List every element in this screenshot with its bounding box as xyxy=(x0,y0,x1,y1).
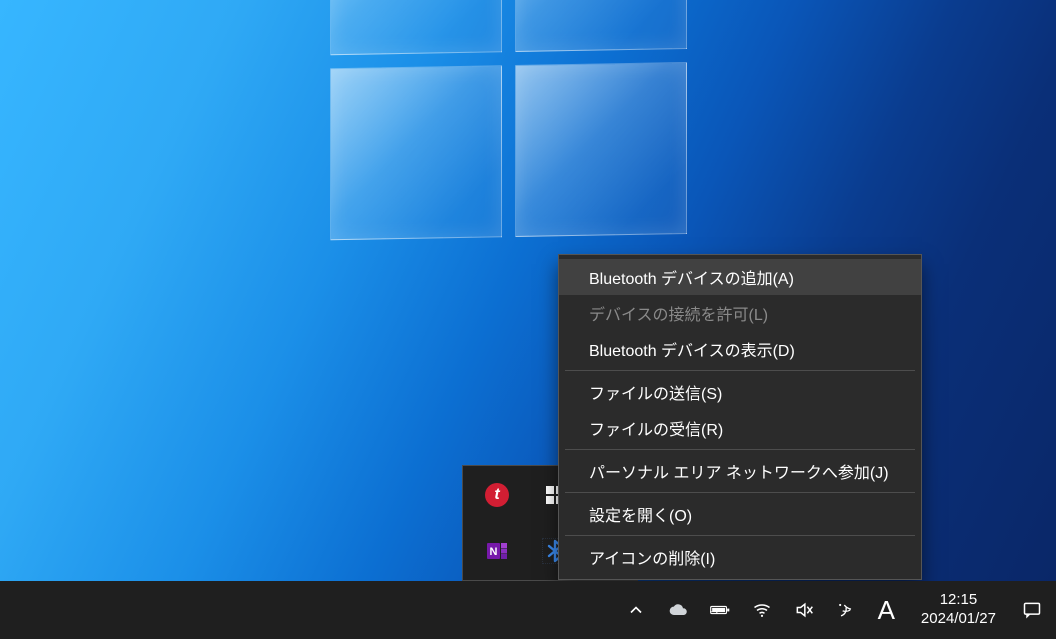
wifi-icon[interactable] xyxy=(750,598,774,622)
clock-time: 12:15 xyxy=(940,591,978,610)
menu-remove-icon[interactable]: アイコンの削除(I) xyxy=(559,539,921,575)
clock-date: 2024/01/27 xyxy=(921,610,996,629)
action-center-icon[interactable] xyxy=(1020,598,1044,622)
menu-separator xyxy=(565,449,915,450)
menu-separator xyxy=(565,492,915,493)
trend-micro-icon[interactable]: t xyxy=(477,478,517,512)
svg-text:N: N xyxy=(490,546,498,558)
menu-separator xyxy=(565,535,915,536)
bluetooth-context-menu: Bluetooth デバイスの追加(A) デバイスの接続を許可(L) Bluet… xyxy=(558,254,922,580)
menu-send-file[interactable]: ファイルの送信(S) xyxy=(559,374,921,410)
menu-add-device[interactable]: Bluetooth デバイスの追加(A) xyxy=(559,259,921,295)
ime-mode-icon[interactable] xyxy=(834,598,858,622)
onenote-icon[interactable]: N xyxy=(477,534,517,568)
system-tray: A 12:15 2024/01/27 xyxy=(624,581,1056,639)
menu-receive-file[interactable]: ファイルの受信(R) xyxy=(559,410,921,446)
menu-show-devices[interactable]: Bluetooth デバイスの表示(D) xyxy=(559,331,921,367)
menu-open-settings[interactable]: 設定を開く(O) xyxy=(559,496,921,532)
tray-overflow-chevron-icon[interactable] xyxy=(624,598,648,622)
ime-indicator[interactable]: A xyxy=(876,595,897,626)
onedrive-icon[interactable] xyxy=(666,598,690,622)
taskbar: A 12:15 2024/01/27 xyxy=(0,581,1056,639)
menu-separator xyxy=(565,370,915,371)
menu-allow-connection: デバイスの接続を許可(L) xyxy=(559,295,921,331)
menu-join-pan[interactable]: パーソナル エリア ネットワークへ参加(J) xyxy=(559,453,921,489)
windows-logo-wallpaper xyxy=(330,0,700,253)
battery-icon[interactable] xyxy=(708,598,732,622)
taskbar-clock[interactable]: 12:15 2024/01/27 xyxy=(915,591,1002,629)
volume-icon[interactable] xyxy=(792,598,816,622)
